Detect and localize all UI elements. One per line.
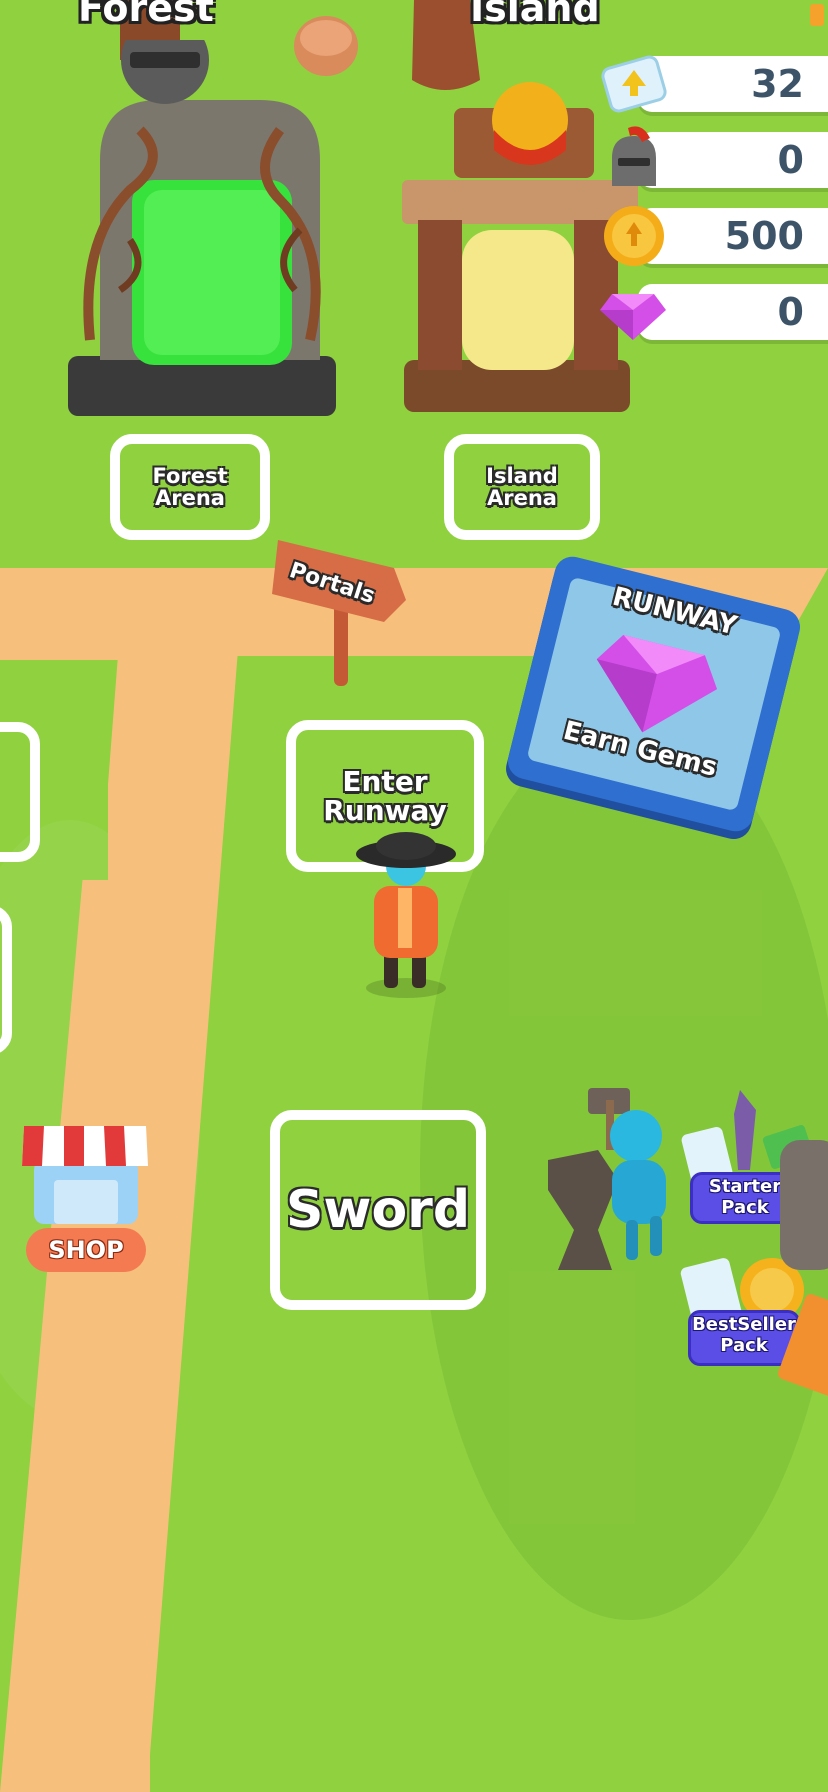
alert-icon	[810, 4, 824, 26]
blacksmith-leg	[650, 1216, 662, 1256]
anvil	[548, 1150, 618, 1270]
pirate-hat-top	[376, 832, 436, 860]
sword-pad-label: Sword	[285, 1179, 471, 1240]
blacksmith-body	[612, 1160, 666, 1224]
helmets-value: 0	[777, 138, 804, 182]
coat-trim	[398, 888, 412, 948]
forest-arena-label: Forest Arena	[152, 463, 228, 510]
knight-helmet-icon	[121, 40, 209, 104]
tickets-value: 32	[751, 62, 804, 106]
enter-runway-label: Enter Runway	[323, 764, 447, 827]
awning-stripes	[22, 1126, 126, 1166]
ticket-icon	[601, 55, 667, 113]
forest-arena-pad[interactable]: Forest Arena	[110, 434, 270, 540]
forest-portal-title: Forest	[78, 0, 214, 30]
portal-glow-inner	[144, 190, 280, 355]
gems-counter: 0	[600, 284, 828, 340]
portal-glow	[462, 230, 574, 370]
sword-pad[interactable]: Sword	[270, 1110, 486, 1310]
sword-icon	[734, 1090, 756, 1170]
bestseller-pack-label: BestSeller Pack	[692, 1314, 796, 1356]
blacksmith-npc	[548, 1088, 666, 1270]
shop-icon[interactable]	[20, 1120, 150, 1230]
path-corner	[0, 650, 122, 660]
pink-gem-icon	[600, 294, 666, 340]
island-arena-label: Island Arena	[486, 463, 558, 510]
blacksmith-head	[610, 1110, 662, 1162]
coins-counter: 500	[604, 206, 828, 266]
helmet-visor	[130, 52, 200, 68]
forest-portal[interactable]	[60, 40, 350, 420]
shop-window	[54, 1180, 118, 1224]
player-character	[356, 832, 456, 998]
island-arena-pad[interactable]: Island Arena	[444, 434, 600, 540]
tickets-counter: 32	[601, 55, 828, 113]
shop-button[interactable]: SHOP	[26, 1228, 146, 1272]
knight-helmet-icon	[612, 126, 656, 186]
portals-signpost	[272, 540, 406, 686]
partial-pad[interactable]	[0, 722, 40, 862]
coins-value: 500	[724, 214, 804, 258]
island-portal-title: Island	[470, 0, 600, 30]
rock-pillar	[780, 1140, 828, 1270]
gems-value: 0	[777, 290, 804, 334]
brick-pillar	[418, 220, 462, 370]
blacksmith-leg	[626, 1220, 638, 1260]
helmets-counter: 0	[612, 126, 828, 188]
partial-pad[interactable]	[0, 905, 12, 1055]
coin-inner	[750, 1268, 794, 1312]
gold-coin-icon	[604, 206, 664, 266]
character-shadow	[366, 978, 446, 998]
game-world: Forest Island Forest Arena Island Arena …	[0, 0, 828, 1792]
